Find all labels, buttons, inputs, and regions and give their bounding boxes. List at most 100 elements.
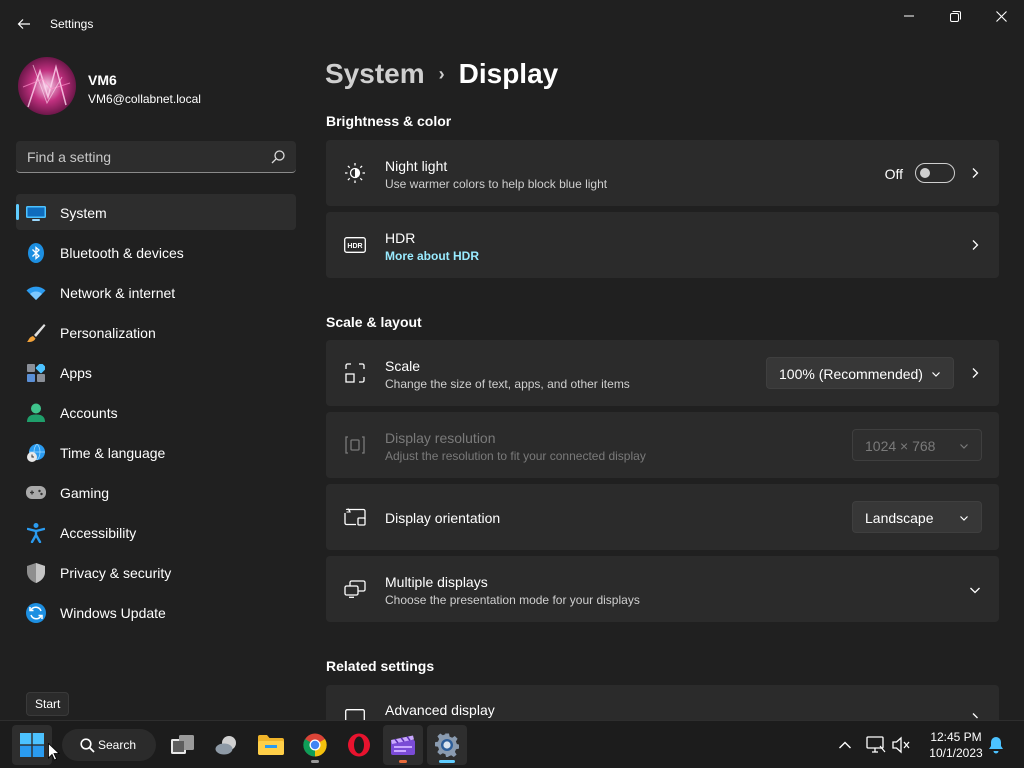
network-tray-button[interactable] xyxy=(866,735,886,755)
search-icon xyxy=(80,738,95,753)
minimize-button[interactable] xyxy=(886,0,932,32)
sidebar-item-network[interactable]: Network & internet xyxy=(16,274,296,310)
sidebar-item-privacy[interactable]: Privacy & security xyxy=(16,554,296,590)
app-title: Settings xyxy=(50,17,94,31)
sidebar-item-label: Windows Update xyxy=(60,605,166,621)
task-view-button[interactable] xyxy=(163,725,203,765)
taskbar-search[interactable]: Search xyxy=(62,729,156,761)
accessibility-icon xyxy=(26,523,46,543)
toggle-knob xyxy=(920,168,930,178)
settings-taskbar-button[interactable] xyxy=(427,725,467,765)
chrome-button[interactable] xyxy=(295,725,335,765)
hdr-icon: HDR xyxy=(344,234,366,256)
sidebar-item-accessibility[interactable]: Accessibility xyxy=(16,514,296,550)
scale-dropdown[interactable]: 100% (Recommended) xyxy=(766,357,954,389)
night-light-icon xyxy=(344,162,366,184)
widgets-button[interactable] xyxy=(207,725,247,765)
notification-bell-icon xyxy=(989,737,1003,754)
file-explorer-button[interactable] xyxy=(251,725,291,765)
bluetooth-icon xyxy=(26,243,46,263)
show-hidden-icons-button[interactable] xyxy=(835,735,855,755)
sidebar-item-windows-update[interactable]: Windows Update xyxy=(16,594,296,630)
resolution-dropdown: 1024 × 768 xyxy=(852,429,982,461)
night-light-card[interactable]: Night light Use warmer colors to help bl… xyxy=(326,140,999,206)
wifi-icon xyxy=(26,283,46,303)
chevron-up-icon xyxy=(839,741,851,749)
search-icon[interactable] xyxy=(270,149,286,165)
sidebar-item-bluetooth[interactable]: Bluetooth & devices xyxy=(16,234,296,270)
clock-date: 10/1/2023 xyxy=(929,746,983,760)
opera-icon xyxy=(348,733,370,757)
chevron-down-icon[interactable] xyxy=(969,584,981,596)
start-tooltip: Start xyxy=(26,692,70,716)
resolution-card: Display resolution Adjust the resolution… xyxy=(326,412,999,478)
sidebar-item-label: System xyxy=(60,205,107,221)
start-button[interactable] xyxy=(12,725,52,765)
hdr-title: HDR xyxy=(385,230,416,246)
sidebar-item-time-language[interactable]: Time & language xyxy=(16,434,296,470)
update-icon xyxy=(26,603,46,623)
sidebar-item-personalization[interactable]: Personalization xyxy=(16,314,296,350)
settings-gear-icon xyxy=(435,733,459,757)
chevron-down-icon xyxy=(960,444,968,449)
back-button[interactable] xyxy=(8,8,40,40)
chevron-right-icon xyxy=(972,168,979,178)
clock[interactable]: 12:45 PM 10/1/2023 xyxy=(918,729,994,761)
start-icon xyxy=(20,733,44,757)
breadcrumb-parent[interactable]: System xyxy=(325,58,425,90)
restore-button[interactable] xyxy=(932,0,978,32)
resolution-subtitle: Adjust the resolution to fit your connec… xyxy=(385,449,646,463)
sidebar-item-label: Accounts xyxy=(60,405,118,421)
back-arrow-icon xyxy=(17,19,30,29)
orientation-value: Landscape xyxy=(865,510,934,526)
multiple-displays-card[interactable]: Multiple displays Choose the presentatio… xyxy=(326,556,999,622)
night-light-toggle[interactable] xyxy=(915,163,955,183)
sidebar-item-label: Accessibility xyxy=(60,525,137,541)
taskbar-search-label: Search xyxy=(98,738,137,752)
notifications-button[interactable] xyxy=(986,735,1006,755)
hdr-more-link[interactable]: More about HDR xyxy=(385,249,479,263)
scale-title: Scale xyxy=(385,358,421,374)
restore-icon xyxy=(949,10,961,22)
sidebar-item-gaming[interactable]: Gaming xyxy=(16,474,296,510)
orientation-card[interactable]: Display orientation Landscape xyxy=(326,484,999,550)
breadcrumb-separator: › xyxy=(438,63,445,84)
chrome-icon xyxy=(303,733,327,757)
multiple-displays-subtitle: Choose the presentation mode for your di… xyxy=(385,593,640,607)
account-icon xyxy=(26,403,46,423)
sidebar-item-system[interactable]: System xyxy=(16,194,296,230)
section-title-scale: Scale & layout xyxy=(326,314,422,330)
sidebar-item-label: Apps xyxy=(60,365,92,381)
svg-text:HDR: HDR xyxy=(347,243,362,250)
clipchamp-icon xyxy=(391,735,415,755)
minimize-icon xyxy=(904,15,914,17)
chevron-down-icon xyxy=(932,372,940,377)
hdr-card[interactable]: HDR HDR More about HDR xyxy=(326,212,999,278)
chevron-down-icon xyxy=(960,516,968,521)
active-indicator xyxy=(439,760,455,763)
settings-search xyxy=(16,141,296,173)
resolution-value: 1024 × 768 xyxy=(865,438,936,454)
multiple-displays-icon xyxy=(344,578,366,600)
orientation-title: Display orientation xyxy=(385,510,501,526)
clipchamp-button[interactable] xyxy=(383,725,423,765)
gamepad-icon xyxy=(26,483,46,503)
close-button[interactable] xyxy=(978,0,1024,32)
advanced-display-card[interactable]: Advanced display xyxy=(326,685,999,720)
clock-time: 12:45 PM xyxy=(930,730,982,744)
orientation-dropdown[interactable]: Landscape xyxy=(852,501,982,533)
section-title-brightness: Brightness & color xyxy=(326,113,452,129)
advanced-display-title: Advanced display xyxy=(385,702,495,718)
volume-tray-button[interactable] xyxy=(892,735,912,755)
volume-muted-icon xyxy=(892,736,910,754)
search-input[interactable] xyxy=(16,141,266,172)
opera-button[interactable] xyxy=(339,725,379,765)
page-title: Display xyxy=(458,58,559,89)
shield-icon xyxy=(26,563,46,583)
sidebar-item-accounts[interactable]: Accounts xyxy=(16,394,296,430)
weather-widget-icon xyxy=(215,736,236,755)
sidebar-item-apps[interactable]: Apps xyxy=(16,354,296,390)
close-icon xyxy=(995,10,1007,22)
scale-card[interactable]: Scale Change the size of text, apps, and… xyxy=(326,340,999,406)
avatar[interactable] xyxy=(18,57,76,115)
